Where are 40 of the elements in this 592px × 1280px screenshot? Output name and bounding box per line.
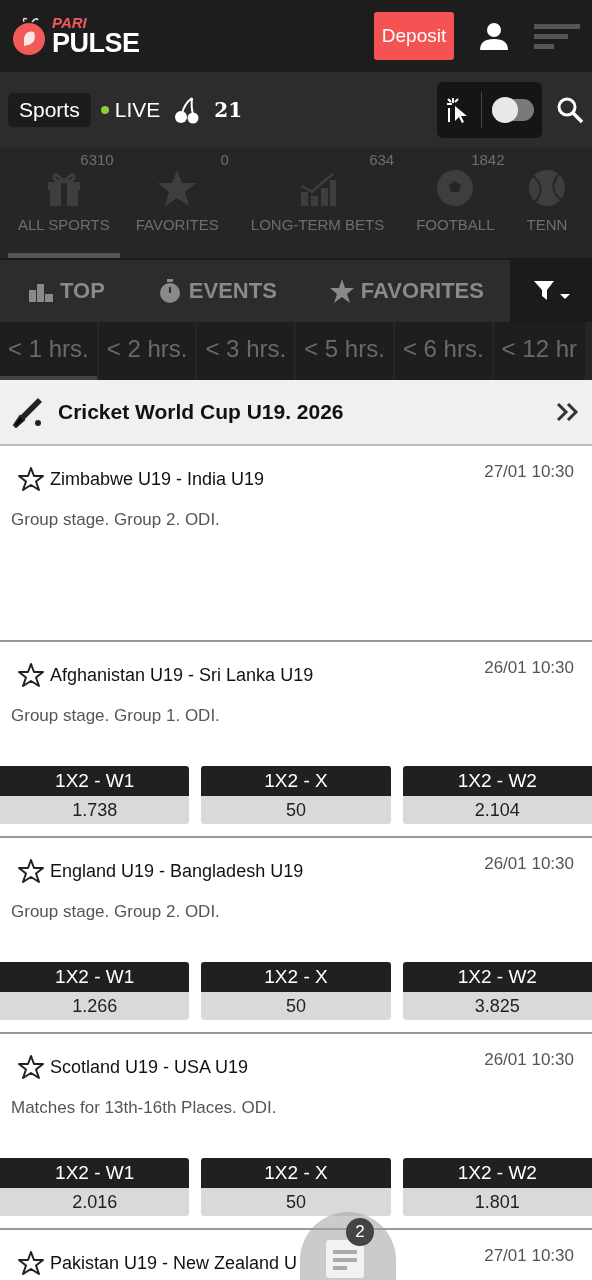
tab[interactable]: EVENTS <box>130 260 303 322</box>
favorite-star-icon[interactable] <box>18 466 44 492</box>
search-icon[interactable] <box>556 96 584 124</box>
cherries-icon[interactable] <box>174 96 201 124</box>
double-chevron-icon[interactable] <box>556 402 580 422</box>
logo-text: PULSE <box>52 30 140 57</box>
favorite-star-icon[interactable] <box>18 1250 44 1276</box>
ball-icon <box>435 168 476 208</box>
count-badge: 2 <box>346 1218 374 1246</box>
match-time: 27/01 10:30 <box>484 1246 574 1266</box>
match-info: Group stage. Group 1. ODI. <box>10 705 221 726</box>
filter-button[interactable] <box>509 260 592 322</box>
bet-slip-icon <box>326 1240 364 1278</box>
tennis-icon <box>526 168 567 208</box>
match-teams[interactable]: Zimbabwe U19 - India U19 <box>50 468 479 490</box>
match-time: 26/01 10:30 <box>484 658 574 678</box>
match-info: Matches for 13th-16th Places. ODI. <box>10 1097 278 1118</box>
star-icon <box>328 278 355 304</box>
user-icon[interactable] <box>478 20 510 52</box>
bet-slip-button[interactable]: 2 <box>300 1212 396 1280</box>
league-title: Cricket World Cup U19. 2026 <box>58 400 345 424</box>
match-time: 26/01 10:30 <box>484 854 574 874</box>
favorite-star-icon[interactable] <box>18 662 44 688</box>
match-time: 27/01 10:30 <box>484 462 574 482</box>
favorite-star-icon[interactable] <box>18 1054 44 1080</box>
cricket-bat-icon <box>12 396 44 428</box>
match-teams[interactable]: England U19 - Bangladesh U19 <box>50 860 479 882</box>
logo-text: PARI <box>52 15 88 30</box>
sports-tab[interactable]: Sports <box>8 93 91 127</box>
tab[interactable]: TOP <box>0 260 131 322</box>
match-teams[interactable]: Afghanistan U19 - Sri Lanka U19 <box>50 664 479 686</box>
tab[interactable]: FAVORITES <box>302 260 510 322</box>
match-info: Group stage. Group 2. ODI. <box>10 509 221 530</box>
star-icon <box>157 168 198 208</box>
match-teams[interactable]: Scotland U19 - USA U19 <box>50 1056 479 1078</box>
match-info: Group stage. Group 2. ODI. <box>10 901 221 922</box>
toggle-switch[interactable] <box>492 99 534 121</box>
match-time: 26/01 10:30 <box>484 1050 574 1070</box>
live-tab[interactable]: LIVE <box>100 98 161 122</box>
favorite-star-icon[interactable] <box>18 858 44 884</box>
